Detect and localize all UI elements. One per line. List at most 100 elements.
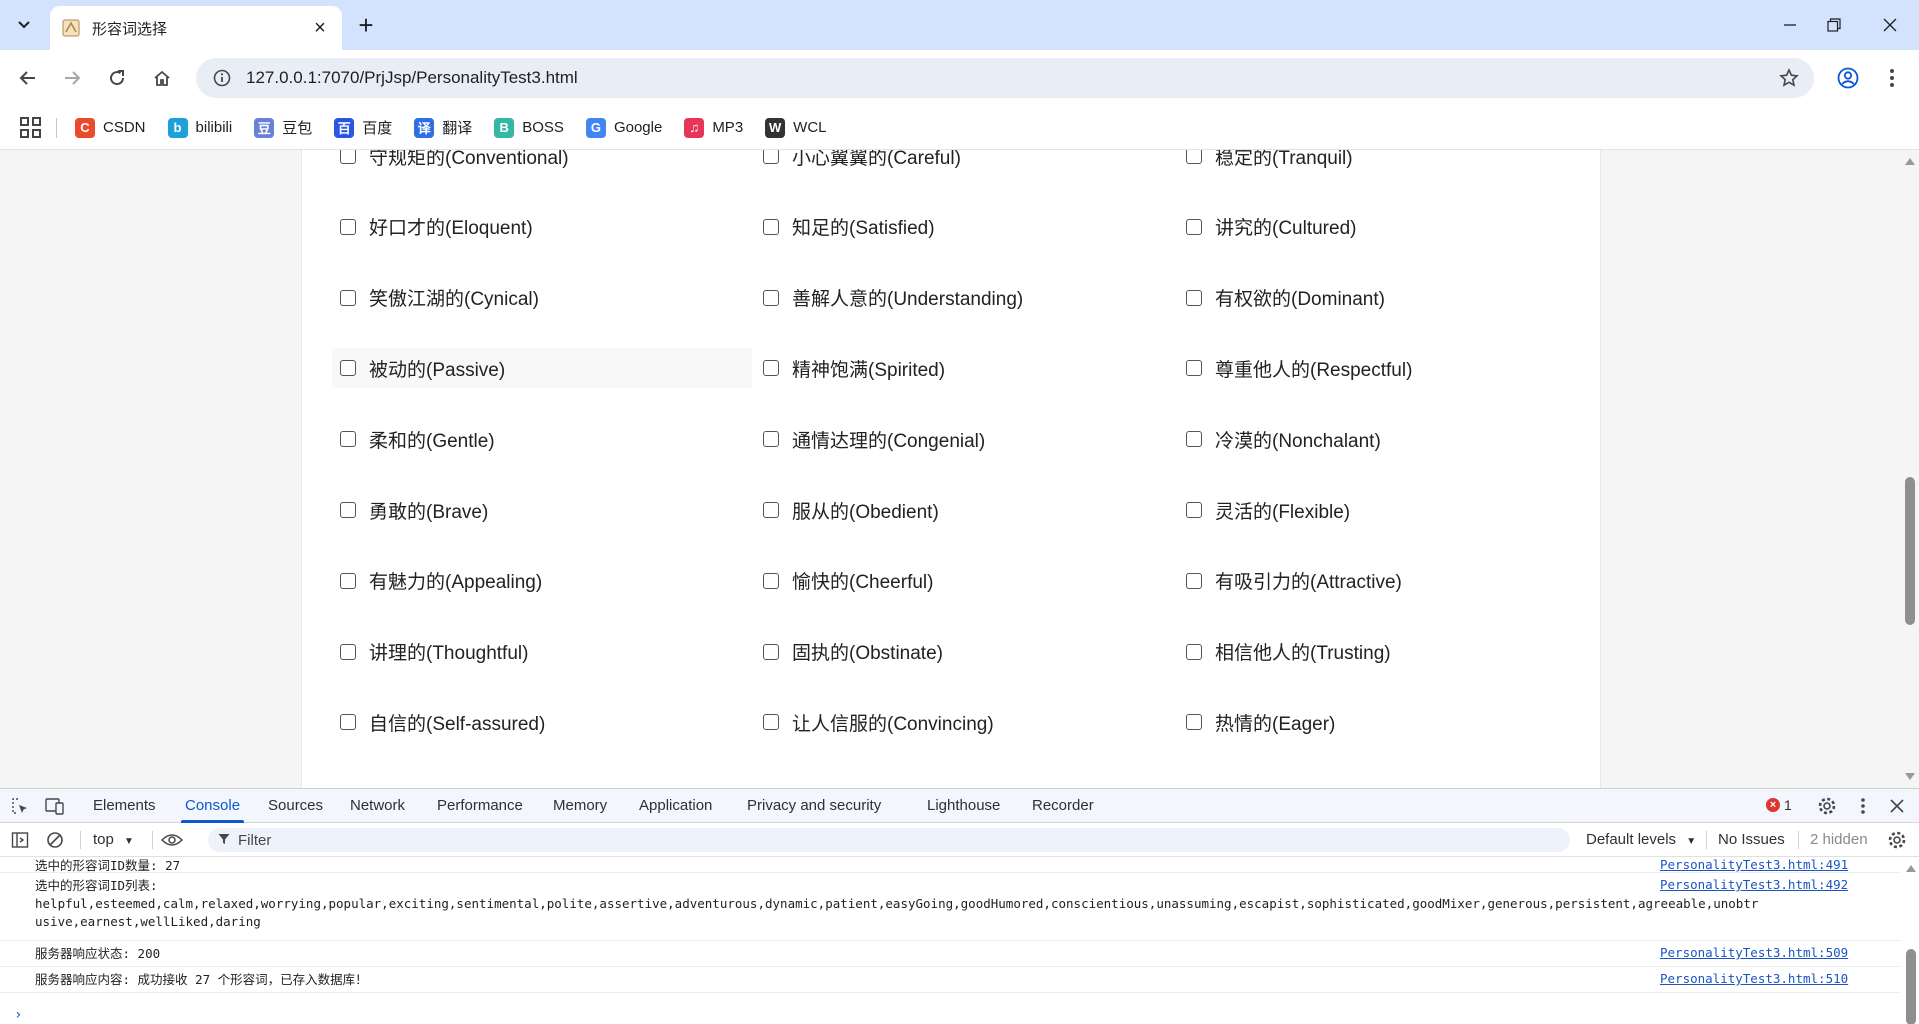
devtools-tab-privacy-and-security[interactable]: Privacy and security xyxy=(747,789,881,823)
devtools-tab-console[interactable]: Console xyxy=(180,789,245,823)
adjective-option[interactable]: 善解人意的(Understanding) xyxy=(755,278,1175,318)
adjective-option[interactable]: 守规矩的(Conventional) xyxy=(332,150,752,176)
adjective-option[interactable]: 有魅力的(Appealing) xyxy=(332,561,752,601)
page-scrollbar[interactable] xyxy=(1901,150,1919,788)
adjective-checkbox[interactable] xyxy=(1186,289,1202,306)
apps-grid-icon[interactable] xyxy=(20,116,42,139)
adjective-option[interactable]: 好口才的(Eloquent) xyxy=(332,207,752,247)
adjective-checkbox[interactable] xyxy=(340,289,356,306)
bookmark-google[interactable]: G Google xyxy=(585,117,662,138)
adjective-option[interactable]: 知足的(Satisfied) xyxy=(755,207,1175,247)
adjective-checkbox[interactable] xyxy=(1186,502,1202,518)
profile-icon[interactable] xyxy=(1834,64,1862,92)
devtools-tab-lighthouse[interactable]: Lighthouse xyxy=(927,789,1000,823)
adjective-option[interactable]: 自信的(Self-assured) xyxy=(332,702,752,742)
device-toolbar-icon[interactable] xyxy=(44,795,66,817)
adjective-checkbox[interactable] xyxy=(1186,150,1202,164)
devtools-tab-network[interactable]: Network xyxy=(350,789,405,823)
adjective-checkbox[interactable] xyxy=(763,643,779,660)
browser-menu-icon[interactable] xyxy=(1878,64,1906,92)
adjective-option[interactable]: 固执的(Obstinate) xyxy=(755,632,1175,672)
back-icon[interactable] xyxy=(14,64,42,92)
bookmark-翻译[interactable]: 译翻译 xyxy=(414,117,472,138)
adjective-checkbox[interactable] xyxy=(763,360,779,377)
adjective-option[interactable]: 通情达理的(Congenial) xyxy=(755,419,1175,459)
adjective-checkbox[interactable] xyxy=(763,502,779,518)
close-devtools-icon[interactable] xyxy=(1886,795,1908,817)
context-select[interactable]: top ▼ xyxy=(93,831,134,848)
adjective-checkbox[interactable] xyxy=(340,150,356,164)
bookmark-bilibili[interactable]: b bilibili xyxy=(167,117,232,138)
adjective-checkbox[interactable] xyxy=(340,714,356,731)
scrollbar-thumb[interactable] xyxy=(1906,949,1916,1024)
console-filter-input[interactable]: Filter xyxy=(208,828,1570,852)
restore-icon[interactable] xyxy=(1820,12,1848,38)
console-source-link[interactable]: PersonalityTest3.html:509 xyxy=(1660,945,1848,960)
adjective-checkbox[interactable] xyxy=(1186,714,1202,731)
console-source-link[interactable]: PersonalityTest3.html:492 xyxy=(1660,877,1848,892)
bookmark-百度[interactable]: 百百度 xyxy=(334,117,392,138)
log-levels-select[interactable]: Default levels ▼ xyxy=(1586,831,1696,848)
devtools-menu-icon[interactable] xyxy=(1852,795,1874,817)
adjective-checkbox[interactable] xyxy=(340,431,356,448)
console-prompt-icon[interactable]: › xyxy=(14,1007,22,1023)
browser-tab[interactable]: 形容词选择 × xyxy=(50,6,342,50)
close-tab-icon[interactable]: × xyxy=(310,18,330,38)
adjective-option[interactable]: 尊重他人的(Respectful) xyxy=(1178,348,1598,388)
devtools-tab-recorder[interactable]: Recorder xyxy=(1032,789,1094,823)
console-source-link[interactable]: PersonalityTest3.html:510 xyxy=(1660,971,1848,986)
adjective-option[interactable]: 精神饱满(Spirited) xyxy=(755,348,1175,388)
new-tab-button[interactable]: + xyxy=(352,12,380,40)
adjective-checkbox[interactable] xyxy=(340,502,356,518)
adjective-checkbox[interactable] xyxy=(1186,360,1202,377)
adjective-checkbox[interactable] xyxy=(340,643,356,660)
adjective-checkbox[interactable] xyxy=(340,218,356,235)
adjective-option[interactable]: 讲究的(Cultured) xyxy=(1178,207,1598,247)
bookmark-mp3[interactable]: ♫ MP3 xyxy=(684,117,743,138)
bookmark-豆包[interactable]: 豆豆包 xyxy=(254,117,312,138)
devtools-tab-memory[interactable]: Memory xyxy=(553,789,607,823)
inspect-element-icon[interactable] xyxy=(9,795,31,817)
devtools-tab-sources[interactable]: Sources xyxy=(268,789,323,823)
adjective-option[interactable]: 愉快的(Cheerful) xyxy=(755,561,1175,601)
adjective-checkbox[interactable] xyxy=(763,218,779,235)
adjective-option[interactable]: 服从的(Obedient) xyxy=(755,490,1175,530)
bookmark-wcl[interactable]: W WCL xyxy=(765,117,827,138)
adjective-checkbox[interactable] xyxy=(1186,643,1202,660)
adjective-checkbox[interactable] xyxy=(340,360,356,377)
tab-search-button[interactable] xyxy=(8,10,40,40)
adjective-option[interactable]: 柔和的(Gentle) xyxy=(332,419,752,459)
forward-icon[interactable] xyxy=(58,64,86,92)
scroll-down-icon[interactable] xyxy=(1905,773,1915,780)
adjective-option[interactable]: 笑傲江湖的(Cynical) xyxy=(332,278,752,318)
devtools-tab-elements[interactable]: Elements xyxy=(93,789,156,823)
reload-icon[interactable] xyxy=(103,64,131,92)
sidebar-toggle-icon[interactable] xyxy=(9,829,31,851)
close-window-icon[interactable] xyxy=(1876,12,1904,38)
home-icon[interactable] xyxy=(148,64,176,92)
scrollbar-thumb[interactable] xyxy=(1905,477,1915,625)
settings-gear-icon[interactable] xyxy=(1816,795,1838,817)
adjective-checkbox[interactable] xyxy=(1186,218,1202,235)
adjective-checkbox[interactable] xyxy=(763,289,779,306)
console-settings-gear-icon[interactable] xyxy=(1886,829,1908,851)
adjective-option[interactable]: 冷漠的(Nonchalant) xyxy=(1178,419,1598,459)
issues-counter[interactable]: No Issues xyxy=(1718,831,1785,848)
adjective-option[interactable]: 相信他人的(Trusting) xyxy=(1178,632,1598,672)
adjective-option[interactable]: 有吸引力的(Attractive) xyxy=(1178,561,1598,601)
minimize-icon[interactable] xyxy=(1776,12,1804,38)
bookmark-csdn[interactable]: C CSDN xyxy=(75,117,146,138)
adjective-checkbox[interactable] xyxy=(763,572,779,589)
adjective-option[interactable]: 被动的(Passive) xyxy=(332,348,752,389)
adjective-checkbox[interactable] xyxy=(1186,572,1202,589)
devtools-tab-application[interactable]: Application xyxy=(639,789,712,823)
adjective-option[interactable]: 小心翼翼的(Careful) xyxy=(755,150,1175,176)
devtools-tab-performance[interactable]: Performance xyxy=(437,789,523,823)
adjective-checkbox[interactable] xyxy=(763,150,779,164)
adjective-option[interactable]: 讲理的(Thoughtful) xyxy=(332,632,752,672)
scroll-up-icon[interactable] xyxy=(1905,158,1915,165)
bookmark-boss[interactable]: B BOSS xyxy=(494,117,564,138)
adjective-option[interactable]: 稳定的(Tranquil) xyxy=(1178,150,1598,176)
console-scrollbar[interactable] xyxy=(1903,857,1919,1024)
adjective-checkbox[interactable] xyxy=(340,572,356,589)
